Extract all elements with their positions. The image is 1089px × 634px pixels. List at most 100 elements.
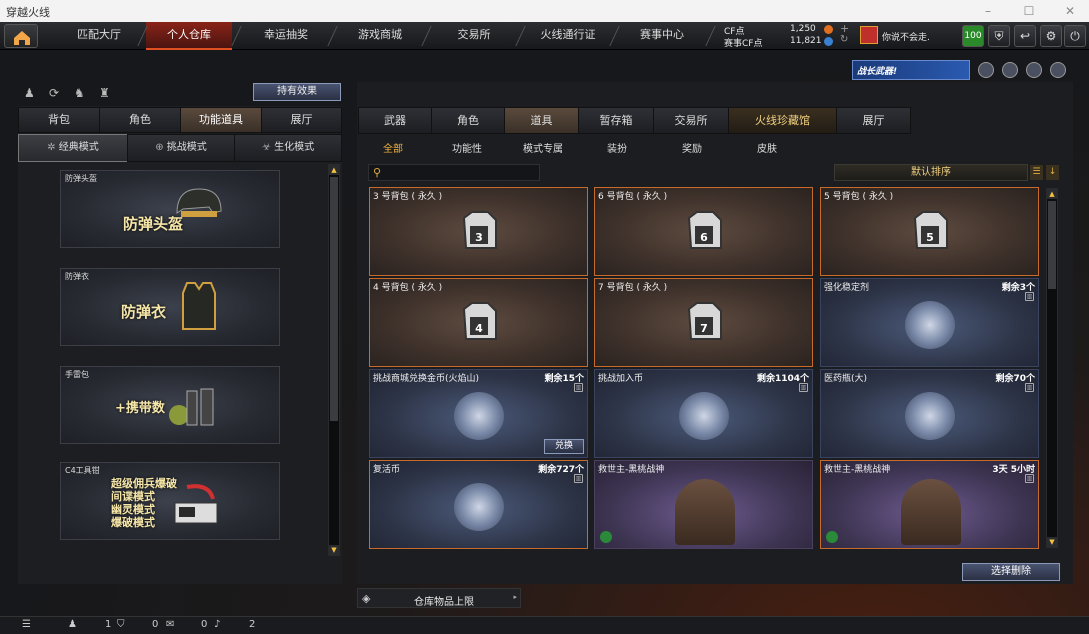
shield-icon[interactable]: ⛉ bbox=[117, 619, 125, 630]
badge-1-icon[interactable] bbox=[978, 62, 994, 78]
slot-helmet[interactable]: 防弹头盔 防弹头盔 bbox=[60, 170, 280, 248]
left-scrollbar[interactable]: ▲ ▼ bbox=[328, 164, 340, 556]
rotate-icon[interactable]: ⟳ bbox=[49, 86, 63, 100]
right-tab-weapons[interactable]: 武器 bbox=[358, 107, 432, 134]
category-all[interactable]: 全部 bbox=[383, 140, 403, 155]
item-card[interactable]: 3 号背包 ( 永久 ) 3 bbox=[369, 187, 588, 276]
item-card[interactable]: 医药瓶(大) 剩余70个 ▥ bbox=[820, 369, 1039, 458]
menu-icon[interactable]: ☰ bbox=[22, 619, 31, 630]
minimize-icon[interactable]: – bbox=[980, 3, 996, 19]
avatar[interactable] bbox=[860, 26, 878, 44]
capacity-label: 仓库物品上限 bbox=[414, 597, 474, 608]
right-scrollbar[interactable]: ▲ ▼ bbox=[1046, 188, 1058, 548]
grenade-icon[interactable]: ♜ bbox=[99, 86, 113, 100]
item-card[interactable]: 复活币 剩余727个 ▥ bbox=[369, 460, 588, 549]
event-cf-value: 11,821 bbox=[790, 36, 822, 46]
right-tab-collection[interactable]: 火线珍藏馆 bbox=[728, 107, 837, 134]
search-box[interactable]: ⚲ bbox=[368, 164, 540, 181]
home-button[interactable] bbox=[4, 24, 38, 48]
category-mode-exclusive[interactable]: 模式专属 bbox=[523, 140, 563, 155]
lock-icon[interactable]: ▥ bbox=[799, 383, 808, 392]
right-scroll-down-icon[interactable]: ▼ bbox=[1047, 537, 1057, 547]
exit-icon[interactable]: ↩ bbox=[1014, 25, 1036, 47]
mode-classic[interactable]: ✲ 经典模式 bbox=[18, 134, 128, 162]
scroll-up-icon[interactable]: ▲ bbox=[329, 165, 339, 175]
person-icon[interactable]: ♞ bbox=[74, 86, 88, 100]
right-tab-characters[interactable]: 角色 bbox=[431, 107, 505, 134]
lock-icon[interactable]: ▥ bbox=[574, 383, 583, 392]
slot-c4-tool[interactable]: C4工具钳 超级佣兵爆破 间谍模式 幽灵模式 爆破模式 bbox=[60, 462, 280, 540]
left-scroll-thumb[interactable] bbox=[330, 177, 338, 421]
home-icon bbox=[14, 31, 30, 45]
category-skin[interactable]: 皮肤 bbox=[757, 140, 777, 155]
sort-direction-icon[interactable]: ↓ bbox=[1046, 165, 1059, 180]
mode-challenge[interactable]: ⊕ 挑战模式 bbox=[127, 134, 235, 162]
promo-banner[interactable]: 战长武器! bbox=[852, 60, 970, 80]
lock-icon[interactable]: ▥ bbox=[1025, 474, 1034, 483]
item-card[interactable]: 救世主-黑桃战神 bbox=[594, 460, 813, 549]
zombie-mode-icon: ☣ bbox=[261, 142, 275, 153]
badge-3-icon[interactable] bbox=[1026, 62, 1042, 78]
maximize-icon[interactable]: ☐ bbox=[1021, 3, 1037, 19]
category-reward[interactable]: 奖励 bbox=[682, 140, 702, 155]
nav-tab-warehouse[interactable]: 个人仓库 bbox=[146, 22, 232, 50]
left-tab-backpack[interactable]: 背包 bbox=[18, 107, 100, 133]
chat-icon[interactable]: ✉ bbox=[166, 619, 174, 630]
redeem-button[interactable]: 兑换 bbox=[544, 439, 584, 454]
right-tab-storage[interactable]: 暂存箱 bbox=[578, 107, 654, 134]
item-card[interactable]: 救世主-黑桃战神 3天 5小时 ▥ bbox=[820, 460, 1039, 549]
badge-4-icon[interactable] bbox=[1050, 62, 1066, 78]
item-card[interactable]: 挑战加入币 剩余1104个 ▥ bbox=[594, 369, 813, 458]
lock-icon[interactable]: ▥ bbox=[1025, 383, 1034, 392]
nav-tab-lottery[interactable]: 幸运抽奖 bbox=[244, 22, 328, 50]
close-icon[interactable]: ✕ bbox=[1062, 3, 1078, 19]
refresh-icon[interactable]: ↻ bbox=[840, 34, 848, 45]
sort-dropdown[interactable]: 默认排序 bbox=[834, 164, 1028, 181]
left-tab-character[interactable]: 角色 bbox=[99, 107, 181, 133]
slot-grenade-pack[interactable]: 手雷包 +携带数 bbox=[60, 366, 280, 444]
nav-tab-events[interactable]: 赛事中心 bbox=[620, 22, 704, 50]
item-name: 5 号背包 ( 永久 ) bbox=[824, 192, 894, 202]
rank-shield-icon[interactable]: ⛨ bbox=[988, 25, 1010, 47]
scroll-down-icon[interactable]: ▼ bbox=[329, 545, 339, 555]
item-card[interactable]: 5 号背包 ( 永久 ) 5 bbox=[820, 187, 1039, 276]
grenade-pack-icon bbox=[169, 388, 214, 426]
item-card[interactable]: 6 号背包 ( 永久 ) 6 bbox=[594, 187, 813, 276]
c4-mode-3: 幽灵模式 bbox=[111, 503, 155, 516]
right-scroll-thumb[interactable] bbox=[1048, 201, 1056, 289]
players-icon[interactable]: ♟ bbox=[68, 619, 77, 630]
lock-icon[interactable]: ▥ bbox=[1025, 292, 1034, 301]
nav-tab-match-lobby[interactable]: 匹配大厅 bbox=[58, 22, 140, 50]
lock-icon[interactable]: ▥ bbox=[574, 474, 583, 483]
item-card[interactable]: 强化稳定剂 剩余3个 ▥ bbox=[820, 278, 1039, 367]
right-tab-showroom[interactable]: 展厅 bbox=[836, 107, 911, 134]
left-tab-showroom[interactable]: 展厅 bbox=[261, 107, 342, 133]
right-tab-exchange[interactable]: 交易所 bbox=[653, 107, 729, 134]
slot-armor[interactable]: 防弹衣 防弹衣 bbox=[60, 268, 280, 346]
batch-delete-button[interactable]: 选择删除 bbox=[962, 563, 1060, 581]
settings-gear-icon[interactable]: ⚙ bbox=[1040, 25, 1062, 47]
item-card[interactable]: 4 号背包 ( 永久 ) 4 bbox=[369, 278, 588, 367]
badge-2-icon[interactable] bbox=[1002, 62, 1018, 78]
nav-tab-exchange[interactable]: 交易所 bbox=[432, 22, 516, 50]
item-card[interactable]: 挑战商城兑换金币(火焰山) 剩余15个 ▥ 兑换 bbox=[369, 369, 588, 458]
list-view-icon[interactable]: ☰ bbox=[1030, 165, 1043, 180]
category-functional[interactable]: 功能性 bbox=[452, 140, 482, 155]
capacity-bar[interactable]: ◈ 仓库物品上限 ▸ bbox=[357, 588, 521, 608]
item-name: 救世主-黑桃战神 bbox=[598, 465, 665, 475]
nav-tab-pass[interactable]: 火线通行证 bbox=[524, 22, 612, 50]
mode-zombie[interactable]: ☣ 生化模式 bbox=[234, 134, 342, 162]
stats-icon[interactable]: ♟ bbox=[24, 86, 38, 100]
nav-tab-shop[interactable]: 游戏商城 bbox=[338, 22, 422, 50]
left-tab-function-items[interactable]: 功能道具 bbox=[180, 107, 262, 133]
level-badge[interactable]: 100 bbox=[962, 25, 984, 47]
power-icon[interactable]: ⏻ bbox=[1064, 25, 1086, 47]
speaker-icon[interactable]: ♪ bbox=[214, 619, 220, 630]
right-scroll-up-icon[interactable]: ▲ bbox=[1047, 189, 1057, 199]
search-input[interactable] bbox=[387, 166, 537, 179]
item-name: 复活币 bbox=[373, 465, 401, 475]
category-costume[interactable]: 装扮 bbox=[607, 140, 627, 155]
item-card[interactable]: 7 号背包 ( 永久 ) 7 bbox=[594, 278, 813, 367]
right-tab-items[interactable]: 道具 bbox=[504, 107, 579, 134]
effects-button[interactable]: 持有效果 bbox=[253, 83, 341, 101]
